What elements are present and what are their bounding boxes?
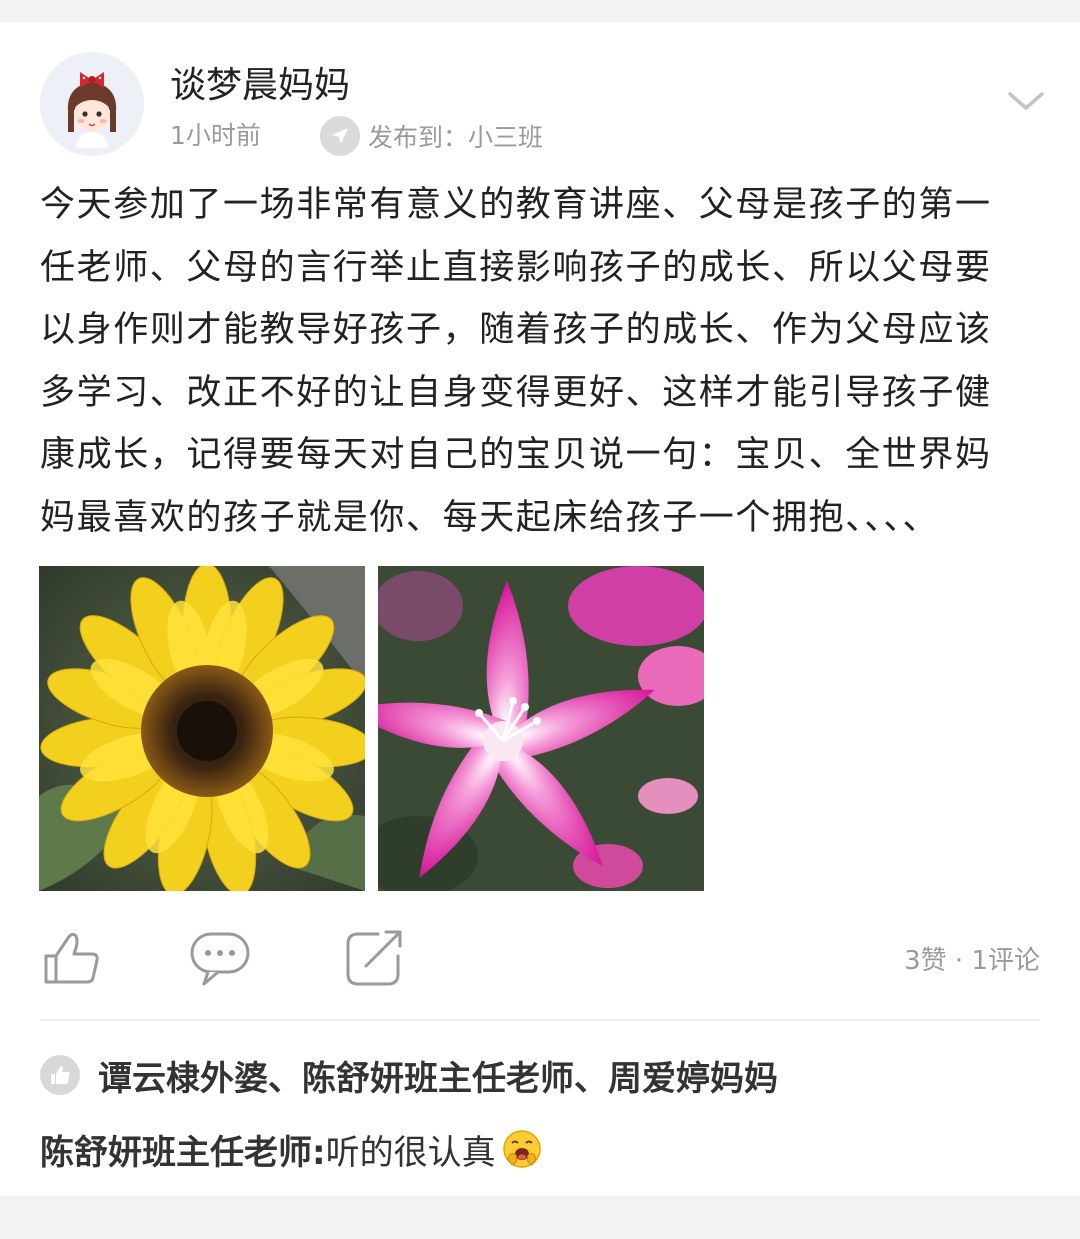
comment-item[interactable]: 陈舒妍班主任老师: 听的很认真: [40, 1125, 542, 1174]
likes-row: 谭云棣外婆、陈舒妍班主任老师、周爱婷妈妈: [40, 1051, 778, 1100]
post-time: 1小时前: [170, 121, 261, 150]
publish-target: 发布到：小三班: [320, 116, 543, 156]
post-body-line: 妈最喜欢的孩子就是你、每天起床给孩子一个拥抱、、、、: [40, 497, 940, 538]
pink-flower-photo[interactable]: [378, 566, 704, 891]
author-name[interactable]: 谈梦晨妈妈: [170, 66, 350, 106]
post-body: 今天参加了一场非常有意义的教育讲座、父母是孩子的第一 任老师、父母的言行举止直接…: [40, 174, 1040, 549]
publish-label: 发布到：小三班: [368, 123, 544, 152]
post-body-line: 多学习、改正不好的让自身变得更好、这样才能引导孩子健: [40, 372, 992, 413]
liker-names[interactable]: 谭云棣外婆、陈舒妍班主任老师、周爱婷妈妈: [98, 1051, 778, 1100]
pin-icon: [320, 116, 360, 156]
post-card: 谈梦晨妈妈 1小时前 发布到：小三班 今天参加了一场非常有意义的教育讲座、父母是…: [0, 22, 1080, 1196]
post-body-line: 康成长，记得要每天对自己的宝贝说一句：宝贝、全世界妈: [40, 435, 992, 475]
thumbs-up-icon[interactable]: [40, 926, 104, 990]
post-body-line: 以身作则才能教导好孩子，随着孩子的成长、作为父母应该: [40, 310, 992, 350]
thumbs-up-icon: [40, 1055, 80, 1095]
avatar[interactable]: [40, 52, 144, 156]
post-stats[interactable]: 3赞 · 1评论: [904, 940, 1040, 977]
face-with-hand-over-mouth-icon: [502, 1130, 541, 1168]
post-body-line: 今天参加了一场非常有意义的教育讲座、父母是孩子的第一: [40, 185, 992, 225]
sunflower-photo[interactable]: [39, 566, 365, 891]
post-body-line: 任老师、父母的言行举止直接影响孩子的成长、所以父母要: [40, 247, 992, 288]
divider: [40, 1019, 1040, 1021]
comment-text: 听的很认真: [325, 1132, 496, 1173]
commenter-name[interactable]: 陈舒妍班主任老师:: [40, 1125, 326, 1174]
speech-bubble-icon[interactable]: [188, 926, 252, 990]
chevron-down-icon[interactable]: [1004, 88, 1048, 114]
share-icon[interactable]: [342, 926, 406, 990]
